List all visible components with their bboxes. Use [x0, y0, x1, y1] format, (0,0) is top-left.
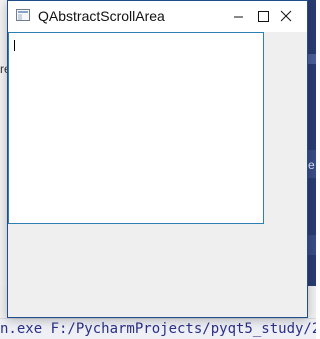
background-right-highlight	[307, 54, 316, 64]
scroll-area-viewport[interactable]	[8, 32, 264, 224]
window-client-area	[8, 32, 307, 317]
background-terminal-text: n.exe F:/PycharmProjects/pyqt5_study/2.Q	[0, 321, 316, 337]
close-button[interactable]	[261, 1, 307, 32]
app-icon	[16, 9, 30, 21]
background-right-panel-2	[307, 235, 316, 255]
close-icon	[280, 10, 292, 22]
app-icon-pane	[18, 14, 22, 20]
background-right-text: e	[308, 159, 315, 171]
background-left-text-top: re	[0, 62, 7, 76]
window-title: QAbstractScrollArea	[38, 8, 165, 24]
app-window: QAbstractScrollArea	[7, 0, 308, 318]
title-bar[interactable]: QAbstractScrollArea	[8, 1, 307, 32]
text-caret	[14, 40, 15, 51]
app-icon-bar	[18, 11, 28, 13]
